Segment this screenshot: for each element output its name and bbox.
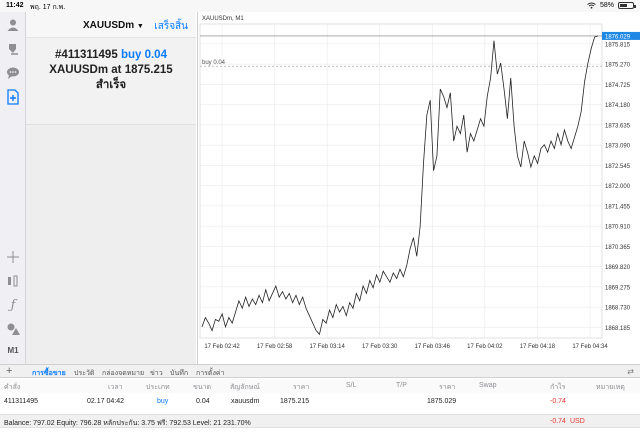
chevron-down-icon: ▼: [136, 23, 144, 30]
y-tick-label: 1870.365: [605, 245, 631, 251]
col-type: ประเภท: [146, 384, 170, 391]
x-tick-label: 17 Feb 02:42: [204, 344, 240, 350]
new-order-icon[interactable]: [4, 88, 22, 106]
battery-percent: 58%: [599, 2, 614, 9]
chart-title: XAUUSDm, M1: [202, 16, 244, 22]
order-line: XAUUSDm at: [49, 64, 122, 76]
x-tick-label: 17 Feb 04:02: [467, 344, 503, 350]
app-root: 11:42 พฤ. 17 ก.พ. 58% ƒ M1 XAUUSDm ▼ เสร…: [0, 0, 640, 447]
x-tick-label: 17 Feb 03:46: [415, 344, 451, 350]
y-tick-label: 1869.275: [605, 285, 631, 291]
indicator-f-icon[interactable]: ƒ: [4, 296, 22, 314]
x-tick-label: 17 Feb 03:30: [362, 344, 398, 350]
done-button[interactable]: เสร็จสิ้น: [154, 19, 188, 34]
trade-result-message: #411311495 buy 0.04 XAUUSDm at 1875.215 …: [26, 48, 196, 93]
left-blank-area: [26, 125, 196, 364]
tab-journal[interactable]: บันทึก: [170, 368, 188, 379]
cell-order: 411311495: [4, 398, 38, 405]
col-symbol: สัญลักษณ์: [230, 384, 260, 391]
y-tick-label: 1875.815: [605, 42, 631, 48]
y-tick-label: 1868.730: [605, 306, 631, 312]
terminal-tabs: + การซื้อขาย ประวัติ กล่องจดหมาย ข่าว บั…: [0, 364, 640, 378]
cell-type: buy: [157, 398, 169, 405]
balance-bar: Balance: 797.02 Equity: 796.28 หลักประกั…: [0, 414, 640, 428]
status-time: 11:42: [6, 2, 24, 9]
x-tick-label: 17 Feb 02:58: [257, 344, 293, 350]
bottom-blank: [0, 428, 640, 447]
y-tick-label: 1873.635: [605, 123, 631, 129]
col-swap: Swap: [479, 382, 497, 389]
y-tick-label: 1872.545: [605, 164, 631, 170]
x-tick-label: 17 Feb 04:18: [520, 344, 556, 350]
col-volume: ขนาด: [193, 384, 212, 391]
chart-svg[interactable]: 1875.815 1875.270 1874.725 1874.180 1873.635…: [198, 12, 640, 364]
wifi-icon: [587, 2, 596, 9]
left-toolbar: ƒ M1: [0, 12, 26, 364]
panel-header: XAUUSDm ▼ เสร็จสิ้น: [26, 12, 196, 38]
trade-table-header: คำสั่ง เวลา ประเภท ขนาด สัญลักษณ์ ราคา S…: [0, 379, 640, 393]
tab-news[interactable]: ข่าว: [150, 368, 163, 379]
col-sl: S/L: [346, 382, 357, 389]
trade-result-panel: XAUUSDm ▼ เสร็จสิ้น #411311495 buy 0.04 …: [26, 12, 196, 125]
y-tick-label: 1870.910: [605, 225, 631, 231]
y-tick-label: 1868.185: [605, 326, 631, 332]
shapes-icon[interactable]: [4, 320, 22, 338]
col-price: ราคา: [293, 384, 310, 391]
y-tick-label: 1872.000: [605, 184, 631, 190]
order-side: buy 0.04: [120, 49, 167, 61]
tab-history[interactable]: ประวัติ: [74, 368, 94, 379]
status-right: 58%: [587, 2, 636, 9]
cell-price: 1875.215: [280, 398, 310, 405]
y-tick-label: 1874.725: [605, 83, 631, 89]
y-tick-label: 1873.090: [605, 144, 631, 150]
x-tick-label: 17 Feb 04:34: [572, 344, 608, 350]
symbol-selector[interactable]: XAUUSDm ▼: [83, 20, 144, 31]
status-bar: 11:42 พฤ. 17 ก.พ. 58%: [0, 0, 640, 12]
person-icon[interactable]: [4, 16, 22, 34]
order-number: #411311495: [55, 49, 118, 61]
chat-icon[interactable]: [4, 64, 22, 82]
y-tick-label: 1869.820: [605, 265, 631, 271]
balance-total: -0.74: [550, 418, 566, 425]
tab-trade[interactable]: การซื้อขาย: [32, 368, 66, 379]
order-status: สำเร็จ: [95, 79, 127, 91]
menu-icon[interactable]: ⇄: [627, 367, 634, 376]
y-tick-label: 1874.180: [605, 103, 631, 109]
y-tick-label: 1875.270: [605, 63, 631, 69]
order-price: 1875.215: [124, 64, 173, 76]
cell-volume: 0.04: [196, 398, 210, 405]
current-price-label: 1876.029: [605, 34, 631, 40]
col-current-price: ราคา: [439, 384, 456, 391]
objects-icon[interactable]: [4, 272, 22, 290]
y-tick-label: 1871.455: [605, 204, 631, 210]
x-tick-label: 17 Feb 03:14: [309, 344, 345, 350]
col-order: คำสั่ง: [4, 384, 21, 391]
symbol-name: XAUUSDm: [83, 20, 135, 31]
cell-symbol: xauusdm: [231, 398, 260, 405]
col-comment: หมายเหตุ: [596, 384, 625, 391]
add-icon[interactable]: +: [6, 365, 12, 377]
plot-frame: [199, 23, 603, 339]
position-label: buy 0.04: [202, 60, 226, 66]
balance-currency: USD: [570, 418, 585, 425]
battery-icon: [618, 2, 636, 9]
cell-time: 02.17 04:42: [87, 398, 124, 405]
cell-profit: -0.74: [550, 398, 566, 405]
cell-current-price: 1875.029: [427, 398, 457, 405]
col-time: เวลา: [108, 384, 123, 391]
table-row[interactable]: 411311495 02.17 04:42 buy 0.04 xauusdm 1…: [0, 395, 640, 411]
price-chart[interactable]: 1875.815 1875.270 1874.725 1874.180 1873.635…: [197, 12, 640, 364]
tab-settings[interactable]: การตั้งค่า: [196, 368, 225, 379]
crosshair-icon[interactable]: [4, 248, 22, 266]
quotes-icon[interactable]: [4, 40, 22, 58]
col-profit: กำไร: [550, 384, 566, 391]
col-tp: T/P: [396, 382, 407, 389]
timeframe-label[interactable]: M1: [4, 346, 22, 355]
tab-mailbox[interactable]: กล่องจดหมาย: [102, 368, 144, 379]
